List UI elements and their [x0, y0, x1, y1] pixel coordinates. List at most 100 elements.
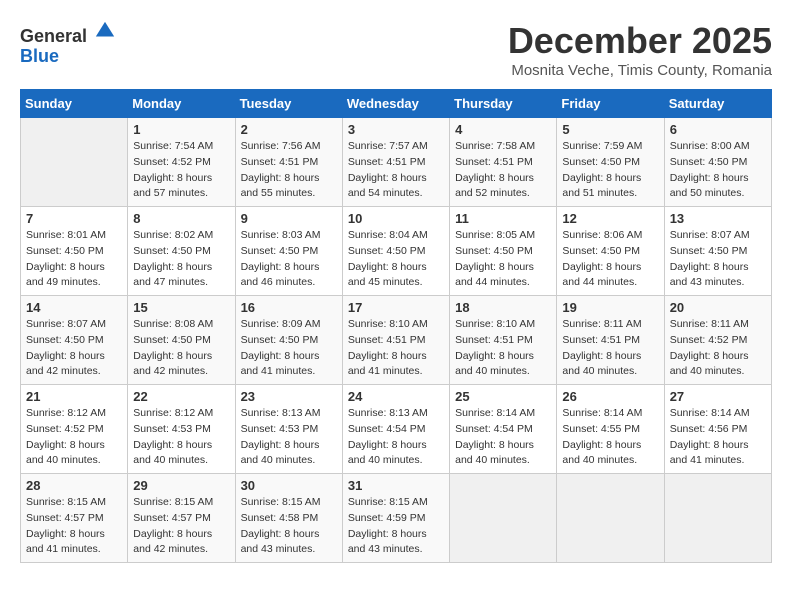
calendar-cell: 7Sunrise: 8:01 AMSunset: 4:50 PMDaylight…: [21, 207, 128, 296]
day-number: 19: [562, 300, 658, 315]
calendar-cell: [664, 474, 771, 563]
day-info: Sunrise: 7:57 AMSunset: 4:51 PMDaylight:…: [348, 139, 444, 202]
calendar-header: SundayMondayTuesdayWednesdayThursdayFrid…: [21, 90, 772, 118]
day-info: Sunrise: 8:05 AMSunset: 4:50 PMDaylight:…: [455, 228, 551, 291]
day-number: 28: [26, 478, 122, 493]
logo-blue-text: Blue: [20, 46, 59, 66]
weekday-header: Monday: [128, 90, 235, 118]
day-number: 15: [133, 300, 229, 315]
calendar-cell: [21, 118, 128, 207]
calendar-week-row: 28 Sunrise: 8:15 AMSunset: 4:57 PMDayligh…: [21, 474, 772, 563]
day-number: 6: [670, 122, 766, 137]
calendar-cell: 3Sunrise: 7:57 AMSunset: 4:51 PMDaylight…: [342, 118, 449, 207]
calendar-cell: 2 Sunrise: 7:56 AMSunset: 4:51 PMDaylight…: [235, 118, 342, 207]
logo-icon: [94, 20, 116, 42]
day-info: Sunrise: 7:59 AMSunset: 4:50 PMDaylight:…: [562, 139, 658, 202]
day-info: Sunrise: 8:14 AMSunset: 4:55 PMDaylight:…: [562, 406, 658, 469]
day-info: Sunrise: 8:13 AMSunset: 4:54 PMDaylight:…: [348, 406, 444, 469]
day-number: 12: [562, 211, 658, 226]
calendar-cell: 26 Sunrise: 8:14 AMSunset: 4:55 PMDayligh…: [557, 385, 664, 474]
day-info: Sunrise: 8:13 AMSunset: 4:53 PMDaylight:…: [241, 406, 337, 469]
calendar-cell: 23 Sunrise: 8:13 AMSunset: 4:53 PMDayligh…: [235, 385, 342, 474]
calendar-cell: 6 Sunrise: 8:00 AMSunset: 4:50 PMDaylight…: [664, 118, 771, 207]
day-number: 23: [241, 389, 337, 404]
calendar-cell: 22 Sunrise: 8:12 AMSunset: 4:53 PMDayligh…: [128, 385, 235, 474]
calendar-cell: 25 Sunrise: 8:14 AMSunset: 4:54 PMDayligh…: [450, 385, 557, 474]
day-info: Sunrise: 8:03 AMSunset: 4:50 PMDaylight:…: [241, 228, 337, 291]
month-title: December 2025: [508, 20, 772, 62]
weekday-header: Tuesday: [235, 90, 342, 118]
logo: General Blue: [20, 20, 120, 67]
day-info: Sunrise: 8:04 AMSunset: 4:50 PMDaylight:…: [348, 228, 444, 291]
day-info: Sunrise: 8:07 AMSunset: 4:50 PMDaylight:…: [670, 228, 766, 291]
calendar-cell: 5 Sunrise: 7:59 AMSunset: 4:50 PMDaylight…: [557, 118, 664, 207]
day-number: 29: [133, 478, 229, 493]
day-info: Sunrise: 8:06 AMSunset: 4:50 PMDaylight:…: [562, 228, 658, 291]
location-title: Mosnita Veche, Timis County, Romania: [508, 62, 772, 79]
calendar-week-row: 21 Sunrise: 8:12 AMSunset: 4:52 PMDayligh…: [21, 385, 772, 474]
calendar-cell: 31Sunrise: 8:15 AMSunset: 4:59 PMDayligh…: [342, 474, 449, 563]
day-info: Sunrise: 8:00 AMSunset: 4:50 PMDaylight:…: [670, 139, 766, 202]
day-info: Sunrise: 8:11 AMSunset: 4:52 PMDaylight:…: [670, 317, 766, 380]
weekday-header: Friday: [557, 90, 664, 118]
day-info: Sunrise: 8:11 AMSunset: 4:51 PMDaylight:…: [562, 317, 658, 380]
day-info: Sunrise: 8:10 AMSunset: 4:51 PMDaylight:…: [348, 317, 444, 380]
day-number: 26: [562, 389, 658, 404]
day-number: 9: [241, 211, 337, 226]
day-number: 22: [133, 389, 229, 404]
day-number: 20: [670, 300, 766, 315]
calendar-cell: 16 Sunrise: 8:09 AMSunset: 4:50 PMDayligh…: [235, 296, 342, 385]
calendar-cell: 28Sunrise: 8:15 AMSunset: 4:57 PMDayligh…: [21, 474, 128, 563]
calendar-cell: 19 Sunrise: 8:11 AMSunset: 4:51 PMDayligh…: [557, 296, 664, 385]
calendar-cell: 8 Sunrise: 8:02 AMSunset: 4:50 PMDaylight…: [128, 207, 235, 296]
day-number: 1: [133, 122, 229, 137]
day-info: Sunrise: 8:12 AMSunset: 4:53 PMDaylight:…: [133, 406, 229, 469]
day-info: Sunrise: 7:58 AMSunset: 4:51 PMDaylight:…: [455, 139, 551, 202]
weekday-header: Wednesday: [342, 90, 449, 118]
day-number: 5: [562, 122, 658, 137]
calendar-cell: 29 Sunrise: 8:15 AMSunset: 4:57 PMDayligh…: [128, 474, 235, 563]
day-number: 30: [241, 478, 337, 493]
calendar-cell: 10 Sunrise: 8:04 AMSunset: 4:50 PMDayligh…: [342, 207, 449, 296]
weekday-header: Thursday: [450, 90, 557, 118]
day-info: Sunrise: 8:14 AMSunset: 4:54 PMDaylight:…: [455, 406, 551, 469]
calendar-cell: 30 Sunrise: 8:15 AMSunset: 4:58 PMDayligh…: [235, 474, 342, 563]
day-number: 8: [133, 211, 229, 226]
title-block: December 2025 Mosnita Veche, Timis Count…: [508, 20, 772, 79]
day-info: Sunrise: 8:15 AMSunset: 4:57 PMDaylight:…: [133, 495, 229, 558]
calendar-body: 1Sunrise: 7:54 AMSunset: 4:52 PMDaylight…: [21, 118, 772, 563]
calendar-cell: 17Sunrise: 8:10 AMSunset: 4:51 PMDayligh…: [342, 296, 449, 385]
day-info: Sunrise: 7:56 AMSunset: 4:51 PMDaylight:…: [241, 139, 337, 202]
day-info: Sunrise: 8:01 AMSunset: 4:50 PMDaylight:…: [26, 228, 122, 291]
calendar-cell: 20 Sunrise: 8:11 AMSunset: 4:52 PMDayligh…: [664, 296, 771, 385]
day-info: Sunrise: 8:07 AMSunset: 4:50 PMDaylight:…: [26, 317, 122, 380]
logo-general-text: General: [20, 26, 87, 46]
calendar-cell: 9 Sunrise: 8:03 AMSunset: 4:50 PMDaylight…: [235, 207, 342, 296]
day-number: 16: [241, 300, 337, 315]
day-number: 10: [348, 211, 444, 226]
calendar-cell: 14Sunrise: 8:07 AMSunset: 4:50 PMDayligh…: [21, 296, 128, 385]
day-info: Sunrise: 8:12 AMSunset: 4:52 PMDaylight:…: [26, 406, 122, 469]
calendar-cell: 11Sunrise: 8:05 AMSunset: 4:50 PMDayligh…: [450, 207, 557, 296]
day-info: Sunrise: 8:02 AMSunset: 4:50 PMDaylight:…: [133, 228, 229, 291]
calendar-cell: 13Sunrise: 8:07 AMSunset: 4:50 PMDayligh…: [664, 207, 771, 296]
day-number: 18: [455, 300, 551, 315]
day-number: 27: [670, 389, 766, 404]
day-number: 25: [455, 389, 551, 404]
day-info: Sunrise: 8:09 AMSunset: 4:50 PMDaylight:…: [241, 317, 337, 380]
day-number: 24: [348, 389, 444, 404]
calendar-cell: 27 Sunrise: 8:14 AMSunset: 4:56 PMDayligh…: [664, 385, 771, 474]
calendar-cell: 18 Sunrise: 8:10 AMSunset: 4:51 PMDayligh…: [450, 296, 557, 385]
calendar-cell: 4 Sunrise: 7:58 AMSunset: 4:51 PMDaylight…: [450, 118, 557, 207]
day-info: Sunrise: 8:08 AMSunset: 4:50 PMDaylight:…: [133, 317, 229, 380]
weekday-header: Saturday: [664, 90, 771, 118]
day-number: 2: [241, 122, 337, 137]
day-number: 21: [26, 389, 122, 404]
day-info: Sunrise: 8:15 AMSunset: 4:58 PMDaylight:…: [241, 495, 337, 558]
day-info: Sunrise: 8:14 AMSunset: 4:56 PMDaylight:…: [670, 406, 766, 469]
calendar-week-row: 7Sunrise: 8:01 AMSunset: 4:50 PMDaylight…: [21, 207, 772, 296]
day-info: Sunrise: 8:10 AMSunset: 4:51 PMDaylight:…: [455, 317, 551, 380]
calendar-cell: [450, 474, 557, 563]
header-row: SundayMondayTuesdayWednesdayThursdayFrid…: [21, 90, 772, 118]
day-number: 4: [455, 122, 551, 137]
